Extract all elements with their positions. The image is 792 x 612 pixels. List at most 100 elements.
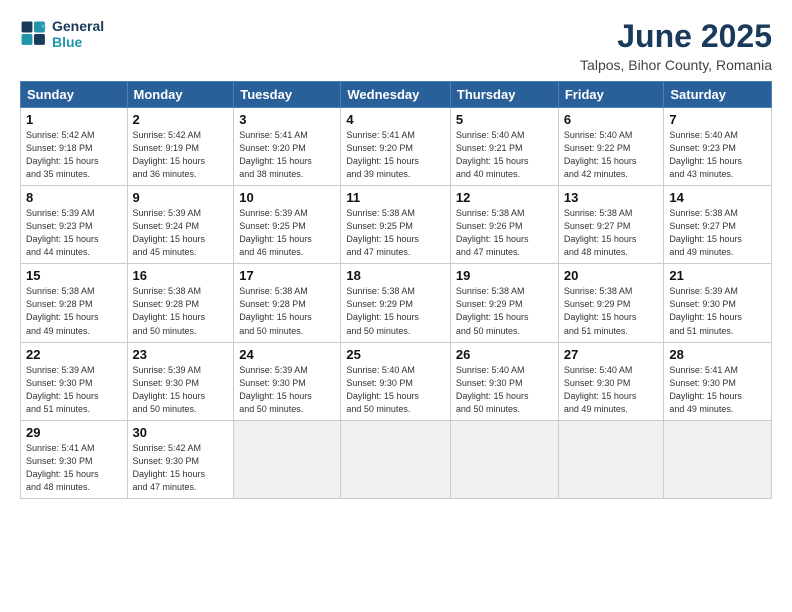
day-info: Sunrise: 5:38 AM Sunset: 9:26 PM Dayligh…: [456, 207, 553, 259]
day-number: 24: [239, 347, 335, 362]
location-subtitle: Talpos, Bihor County, Romania: [580, 57, 772, 73]
weekday-header-thursday: Thursday: [450, 82, 558, 108]
calendar-cell: 29 Sunrise: 5:41 AM Sunset: 9:30 PM Dayli…: [21, 420, 128, 498]
calendar-cell: 22 Sunrise: 5:39 AM Sunset: 9:30 PM Dayli…: [21, 342, 128, 420]
day-info: Sunrise: 5:39 AM Sunset: 9:23 PM Dayligh…: [26, 207, 122, 259]
day-number: 13: [564, 190, 659, 205]
calendar-cell: 10 Sunrise: 5:39 AM Sunset: 9:25 PM Dayli…: [234, 186, 341, 264]
day-info: Sunrise: 5:38 AM Sunset: 9:27 PM Dayligh…: [669, 207, 766, 259]
day-info: Sunrise: 5:39 AM Sunset: 9:30 PM Dayligh…: [133, 364, 229, 416]
day-number: 23: [133, 347, 229, 362]
day-info: Sunrise: 5:38 AM Sunset: 9:28 PM Dayligh…: [133, 285, 229, 337]
weekday-header-sunday: Sunday: [21, 82, 128, 108]
day-info: Sunrise: 5:40 AM Sunset: 9:30 PM Dayligh…: [346, 364, 445, 416]
day-number: 10: [239, 190, 335, 205]
day-info: Sunrise: 5:38 AM Sunset: 9:28 PM Dayligh…: [26, 285, 122, 337]
day-number: 14: [669, 190, 766, 205]
calendar-cell: 21 Sunrise: 5:39 AM Sunset: 9:30 PM Dayli…: [664, 264, 772, 342]
calendar-cell: [558, 420, 664, 498]
day-info: Sunrise: 5:39 AM Sunset: 9:30 PM Dayligh…: [669, 285, 766, 337]
calendar-cell: [450, 420, 558, 498]
day-number: 20: [564, 268, 659, 283]
day-info: Sunrise: 5:38 AM Sunset: 9:29 PM Dayligh…: [456, 285, 553, 337]
day-number: 3: [239, 112, 335, 127]
calendar-cell: 18 Sunrise: 5:38 AM Sunset: 9:29 PM Dayli…: [341, 264, 451, 342]
weekday-header-friday: Friday: [558, 82, 664, 108]
calendar-cell: 23 Sunrise: 5:39 AM Sunset: 9:30 PM Dayli…: [127, 342, 234, 420]
calendar-cell: 9 Sunrise: 5:39 AM Sunset: 9:24 PM Daylig…: [127, 186, 234, 264]
calendar-cell: 11 Sunrise: 5:38 AM Sunset: 9:25 PM Dayli…: [341, 186, 451, 264]
calendar-cell: 14 Sunrise: 5:38 AM Sunset: 9:27 PM Dayli…: [664, 186, 772, 264]
calendar-cell: 5 Sunrise: 5:40 AM Sunset: 9:21 PM Daylig…: [450, 108, 558, 186]
day-number: 7: [669, 112, 766, 127]
title-block: June 2025 Talpos, Bihor County, Romania: [580, 18, 772, 73]
logo: General Blue: [20, 18, 104, 50]
day-info: Sunrise: 5:41 AM Sunset: 9:30 PM Dayligh…: [669, 364, 766, 416]
calendar-cell: [664, 420, 772, 498]
day-number: 11: [346, 190, 445, 205]
calendar-table: SundayMondayTuesdayWednesdayThursdayFrid…: [20, 81, 772, 499]
day-info: Sunrise: 5:38 AM Sunset: 9:28 PM Dayligh…: [239, 285, 335, 337]
day-number: 5: [456, 112, 553, 127]
calendar-cell: 17Sunrise: 5:38 AM Sunset: 9:28 PM Dayli…: [234, 264, 341, 342]
day-number: 29: [26, 425, 122, 440]
page: General Blue June 2025 Talpos, Bihor Cou…: [0, 0, 792, 511]
day-info: Sunrise: 5:39 AM Sunset: 9:24 PM Dayligh…: [133, 207, 229, 259]
day-number: 18: [346, 268, 445, 283]
day-number: 19: [456, 268, 553, 283]
day-info: Sunrise: 5:38 AM Sunset: 9:29 PM Dayligh…: [346, 285, 445, 337]
calendar-cell: 27Sunrise: 5:40 AM Sunset: 9:30 PM Dayli…: [558, 342, 664, 420]
day-info: Sunrise: 5:38 AM Sunset: 9:27 PM Dayligh…: [564, 207, 659, 259]
calendar-week-4: 22 Sunrise: 5:39 AM Sunset: 9:30 PM Dayli…: [21, 342, 772, 420]
calendar-cell: 30 Sunrise: 5:42 AM Sunset: 9:30 PM Dayli…: [127, 420, 234, 498]
day-number: 16: [133, 268, 229, 283]
day-number: 2: [133, 112, 229, 127]
weekday-header-tuesday: Tuesday: [234, 82, 341, 108]
calendar-cell: 7 Sunrise: 5:40 AM Sunset: 9:23 PM Daylig…: [664, 108, 772, 186]
day-number: 4: [346, 112, 445, 127]
calendar-cell: 2Sunrise: 5:42 AM Sunset: 9:19 PM Daylig…: [127, 108, 234, 186]
calendar-cell: [234, 420, 341, 498]
logo-icon: [20, 20, 48, 48]
day-number: 6: [564, 112, 659, 127]
day-info: Sunrise: 5:40 AM Sunset: 9:23 PM Dayligh…: [669, 129, 766, 181]
day-number: 25: [346, 347, 445, 362]
day-number: 30: [133, 425, 229, 440]
day-number: 8: [26, 190, 122, 205]
day-info: Sunrise: 5:41 AM Sunset: 9:20 PM Dayligh…: [239, 129, 335, 181]
calendar-header-row: SundayMondayTuesdayWednesdayThursdayFrid…: [21, 82, 772, 108]
calendar-week-2: 8 Sunrise: 5:39 AM Sunset: 9:23 PM Daylig…: [21, 186, 772, 264]
day-info: Sunrise: 5:38 AM Sunset: 9:29 PM Dayligh…: [564, 285, 659, 337]
calendar-cell: 12 Sunrise: 5:38 AM Sunset: 9:26 PM Dayli…: [450, 186, 558, 264]
day-info: Sunrise: 5:41 AM Sunset: 9:30 PM Dayligh…: [26, 442, 122, 494]
day-info: Sunrise: 5:42 AM Sunset: 9:18 PM Dayligh…: [26, 129, 122, 181]
calendar-cell: 8 Sunrise: 5:39 AM Sunset: 9:23 PM Daylig…: [21, 186, 128, 264]
calendar-cell: 1 Sunrise: 5:42 AM Sunset: 9:18 PM Daylig…: [21, 108, 128, 186]
day-number: 15: [26, 268, 122, 283]
day-number: 26: [456, 347, 553, 362]
calendar-cell: 20 Sunrise: 5:38 AM Sunset: 9:29 PM Dayli…: [558, 264, 664, 342]
day-info: Sunrise: 5:39 AM Sunset: 9:30 PM Dayligh…: [26, 364, 122, 416]
calendar-cell: 25 Sunrise: 5:40 AM Sunset: 9:30 PM Dayli…: [341, 342, 451, 420]
calendar-cell: [341, 420, 451, 498]
weekday-header-wednesday: Wednesday: [341, 82, 451, 108]
day-info: Sunrise: 5:40 AM Sunset: 9:30 PM Dayligh…: [456, 364, 553, 416]
day-number: 1: [26, 112, 122, 127]
calendar-cell: 4Sunrise: 5:41 AM Sunset: 9:20 PM Daylig…: [341, 108, 451, 186]
day-info: Sunrise: 5:38 AM Sunset: 9:25 PM Dayligh…: [346, 207, 445, 259]
weekday-header-saturday: Saturday: [664, 82, 772, 108]
weekday-header-monday: Monday: [127, 82, 234, 108]
day-info: Sunrise: 5:40 AM Sunset: 9:21 PM Dayligh…: [456, 129, 553, 181]
day-number: 21: [669, 268, 766, 283]
day-number: 9: [133, 190, 229, 205]
day-number: 22: [26, 347, 122, 362]
day-info: Sunrise: 5:39 AM Sunset: 9:25 PM Dayligh…: [239, 207, 335, 259]
day-info: Sunrise: 5:42 AM Sunset: 9:30 PM Dayligh…: [133, 442, 229, 494]
calendar-cell: 19 Sunrise: 5:38 AM Sunset: 9:29 PM Dayli…: [450, 264, 558, 342]
calendar-cell: 16 Sunrise: 5:38 AM Sunset: 9:28 PM Dayli…: [127, 264, 234, 342]
calendar-cell: 24Sunrise: 5:39 AM Sunset: 9:30 PM Dayli…: [234, 342, 341, 420]
day-number: 12: [456, 190, 553, 205]
calendar-cell: 26 Sunrise: 5:40 AM Sunset: 9:30 PM Dayli…: [450, 342, 558, 420]
calendar-week-3: 15 Sunrise: 5:38 AM Sunset: 9:28 PM Dayli…: [21, 264, 772, 342]
calendar-cell: 13 Sunrise: 5:38 AM Sunset: 9:27 PM Dayli…: [558, 186, 664, 264]
